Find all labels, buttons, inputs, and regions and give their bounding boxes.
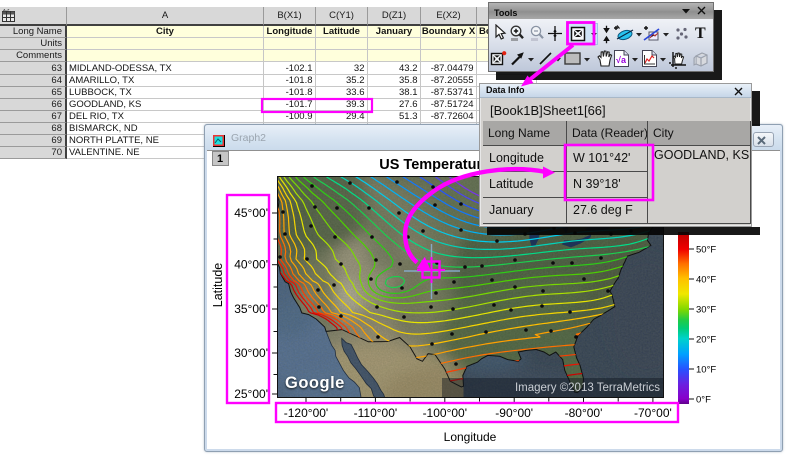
svg-text:Imagery ©2013 TerraMetrics: Imagery ©2013 TerraMetrics (515, 382, 660, 394)
svg-text:√a: √a (616, 55, 627, 65)
svg-text:Google: Google (285, 374, 345, 392)
svg-text:A-Z: A-Z (3, 9, 10, 13)
